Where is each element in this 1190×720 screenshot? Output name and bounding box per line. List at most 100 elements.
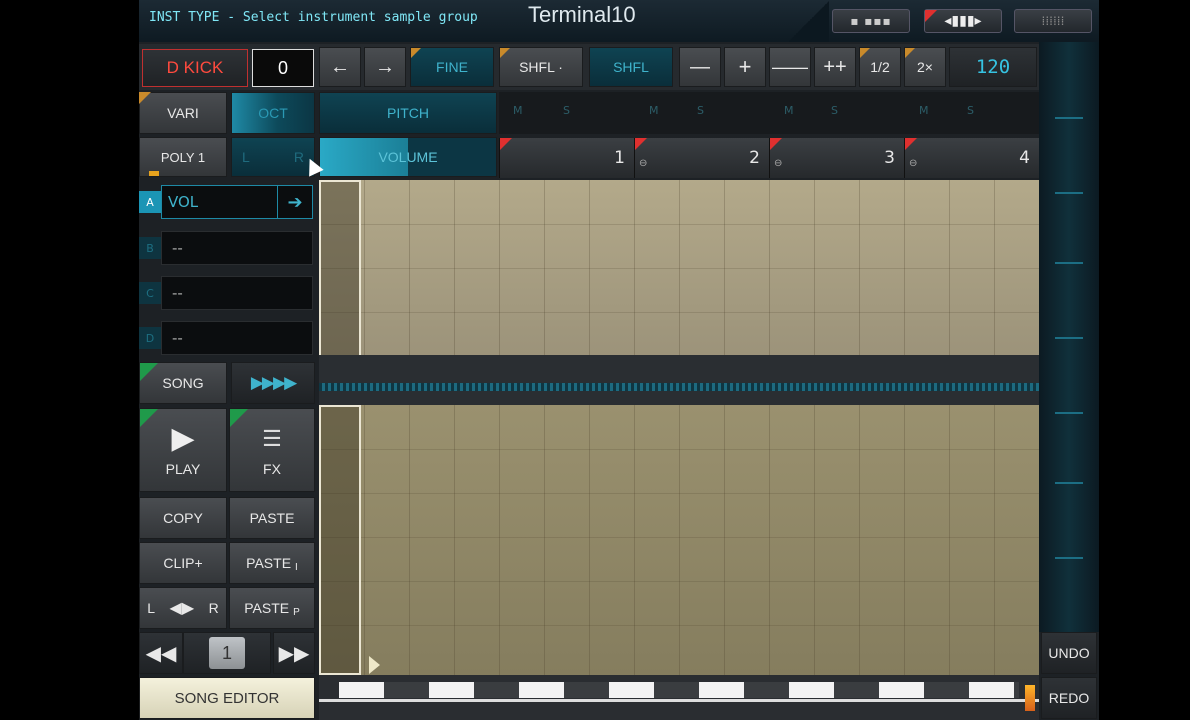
paste-button[interactable]: PASTE: [229, 497, 315, 539]
grid-row-line: [319, 537, 1039, 538]
grid-column-line: [724, 405, 725, 675]
double-minus-button[interactable]: ——: [769, 47, 811, 87]
step-grid-bottom[interactable]: [319, 405, 1039, 675]
grid-row-line: [319, 493, 1039, 494]
octave-control[interactable]: OCT: [231, 92, 315, 134]
grid-column-line: [544, 405, 545, 675]
paste-insert-label: PASTE: [246, 555, 292, 571]
mute-label-2[interactable]: M: [649, 104, 659, 117]
solo-label-3[interactable]: S: [831, 104, 838, 117]
mute-solo-strip: [499, 92, 1039, 134]
playhead-top: [319, 180, 361, 360]
instrument-select-button[interactable]: D KICK: [142, 49, 248, 87]
shuffle-dot-button[interactable]: SHFL ·: [499, 47, 583, 87]
scroll-tick: [1055, 482, 1083, 484]
arrow-right-icon[interactable]: ➔: [277, 186, 312, 218]
param-slot-a-value: VOL: [168, 193, 199, 211]
fx-label: FX: [263, 461, 281, 477]
timeline-strip[interactable]: [319, 675, 1039, 720]
scroll-tick: [1055, 262, 1083, 264]
next-arrow-button[interactable]: →: [364, 47, 406, 87]
tempo-display[interactable]: 120: [949, 47, 1037, 87]
grid-column-line: [589, 405, 590, 675]
mute-label-3[interactable]: M: [784, 104, 794, 117]
grid-row-line: [319, 449, 1039, 450]
solo-label-2[interactable]: S: [697, 104, 704, 117]
lr-left-label: L: [147, 600, 156, 616]
clip-plus-button[interactable]: CLIP+: [139, 542, 227, 584]
param-slot-c[interactable]: --: [161, 276, 313, 310]
bar-marker-2[interactable]: ⊖ 2: [634, 138, 770, 178]
bar-number-3: 3: [884, 148, 895, 168]
scroll-tick: [1055, 412, 1083, 414]
shuffle-button[interactable]: SHFL: [589, 47, 673, 87]
paste-p-button[interactable]: PASTE P: [229, 587, 315, 629]
grid-column-line: [409, 405, 410, 675]
link-icon: ⊖: [774, 158, 783, 169]
step-lane-separator: [319, 355, 1039, 405]
right-scroll-sidebar[interactable]: [1039, 42, 1099, 632]
mixer-icon: ⁞⁞⁞⁞⁞⁞: [1041, 14, 1065, 28]
copy-button[interactable]: COPY: [139, 497, 227, 539]
fast-forward-icon[interactable]: ▶▶▶▶: [231, 362, 315, 404]
solo-label-1[interactable]: S: [563, 104, 570, 117]
grid-row-line: [319, 625, 1039, 626]
rewind-icon[interactable]: ◀◀: [139, 632, 183, 674]
lr-shift-button[interactable]: L ◀▶ R: [139, 587, 227, 629]
sample-view-button[interactable]: ◂▮▮▮▸: [924, 9, 1002, 33]
pitch-control[interactable]: PITCH: [319, 92, 497, 134]
bar-marker-3[interactable]: ⊖ 3: [769, 138, 905, 178]
mute-label-4[interactable]: M: [919, 104, 929, 117]
paste-insert-sub: I: [295, 561, 298, 573]
bar-marker-1[interactable]: 1: [499, 138, 635, 178]
song-editor-button[interactable]: SONG EDITOR: [139, 677, 315, 719]
app-title: Terminal10: [528, 2, 636, 27]
song-mode-button[interactable]: SONG: [139, 362, 227, 404]
play-label: PLAY: [165, 461, 201, 477]
param-slot-b[interactable]: --: [161, 231, 313, 265]
volume-control[interactable]: VOLUME: [319, 137, 497, 177]
undo-button[interactable]: UNDO: [1041, 632, 1097, 674]
page-indicator: 1: [183, 632, 271, 674]
half-speed-button[interactable]: 1/2: [859, 47, 901, 87]
param-slot-b-label: B: [139, 237, 161, 259]
grid-column-line: [859, 405, 860, 675]
scroll-tick: [1055, 117, 1083, 119]
scroll-tick: [1055, 192, 1083, 194]
step-grid-top[interactable]: [319, 180, 1039, 355]
pattern-view-button[interactable]: ▪ ▪▪▪: [832, 9, 910, 33]
plus-button[interactable]: +: [724, 47, 766, 87]
prev-arrow-button[interactable]: ←: [319, 47, 361, 87]
grid-column-line: [634, 405, 635, 675]
mixer-view-button[interactable]: ⁞⁞⁞⁞⁞⁞: [1014, 9, 1092, 33]
double-plus-button[interactable]: ++: [814, 47, 856, 87]
play-icon: ▶: [171, 422, 195, 455]
bar-number-2: 2: [749, 148, 760, 168]
solo-label-4[interactable]: S: [967, 104, 974, 117]
bar-marker-4[interactable]: ⊖ 4: [904, 138, 1040, 178]
mute-label-1[interactable]: M: [513, 104, 523, 117]
param-slot-a[interactable]: VOL ➔: [161, 185, 313, 219]
fx-button[interactable]: ☰ FX: [229, 408, 315, 492]
pan-control[interactable]: L R: [231, 137, 315, 177]
link-icon: ⊖: [909, 158, 918, 169]
minus-button[interactable]: —: [679, 47, 721, 87]
instrument-value-field[interactable]: 0: [252, 49, 314, 87]
scroll-tick: [1055, 557, 1083, 559]
double-speed-button[interactable]: 2×: [904, 47, 946, 87]
grid-column-line: [769, 405, 770, 675]
loop-end-marker[interactable]: [1025, 685, 1035, 711]
lane-dots: [319, 383, 1039, 391]
sequencer-app: INST TYPE - Select instrument sample gro…: [139, 0, 1099, 720]
forward-icon[interactable]: ▶▶: [273, 632, 315, 674]
pan-left-label: L: [242, 149, 250, 165]
variation-button[interactable]: VARI: [139, 92, 227, 134]
redo-button[interactable]: REDO: [1041, 677, 1097, 719]
paste-insert-button[interactable]: PASTE I: [229, 542, 315, 584]
param-slot-d[interactable]: --: [161, 321, 313, 355]
page-number-field[interactable]: 1: [209, 637, 245, 669]
bar-number-1: 1: [614, 148, 625, 168]
fine-button[interactable]: FINE: [410, 47, 494, 87]
play-button[interactable]: ▶ PLAY: [139, 408, 227, 492]
scroll-tick: [1055, 337, 1083, 339]
